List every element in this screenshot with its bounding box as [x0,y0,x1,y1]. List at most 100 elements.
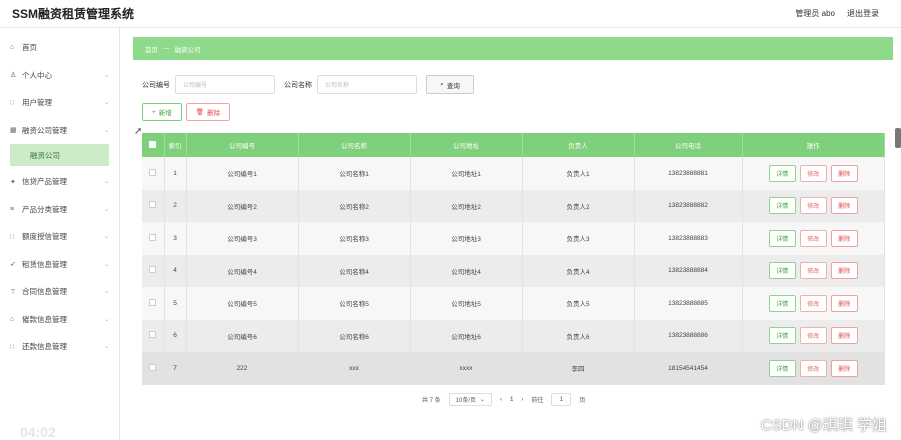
sidebar-item-3[interactable]: ▦ 融资公司管理 ⌄ [0,117,119,145]
mouse-cursor-icon: ➚ [134,126,143,137]
company-name-input[interactable]: 公司名称 [317,75,417,94]
chevron-down-icon: ⌄ [103,234,109,241]
search-bar: 公司编号 公司编号 公司名称 公司名称 ⌕ 查询 [142,75,474,94]
sidebar-item-4[interactable]: ✦ 信贷产品管理 ⌄ [0,168,119,196]
sidebar-item-5[interactable]: ≡ 产品分类管理 ⌄ [0,196,119,224]
row-checkbox[interactable] [149,168,157,176]
next-page-icon[interactable]: › [521,397,523,403]
prev-page-icon[interactable]: ‹ [500,397,502,403]
batch-delete-button[interactable]: 🗑 删除 [185,103,231,121]
row-delete-button[interactable]: 删除 [830,262,858,280]
row-delete-button[interactable]: 删除 [830,229,858,247]
company-name-label: 公司名称 [284,81,312,89]
row-select-cell[interactable] [142,189,165,222]
edit-button[interactable]: 修改 [799,164,827,182]
cell-actions: 详情 修改 删除 [742,287,885,320]
sidebar-item-label: 首页 [22,43,37,53]
edit-button[interactable]: 修改 [799,327,827,345]
edit-button[interactable]: 修改 [799,294,827,312]
select-all-checkbox[interactable] [149,140,157,148]
cell-person: 负责人6 [522,319,635,352]
video-timestamp: 04:02 [20,424,56,440]
current-user: 管理员 abo [795,9,835,18]
header-person[interactable]: 负责人 [522,133,635,157]
scrollbar-thumb[interactable] [895,128,901,148]
delete-button-label: 删除 [207,110,221,117]
select-all-cell[interactable] [142,133,165,157]
row-delete-button[interactable]: 删除 [830,197,858,215]
current-page[interactable]: 1 [510,397,513,403]
page-size-select[interactable]: 10条/页 ⌄ [448,393,493,406]
row-checkbox[interactable] [149,363,157,371]
detail-button[interactable]: 详情 [768,327,796,345]
row-checkbox[interactable] [149,233,157,241]
row-checkbox[interactable] [149,331,157,339]
detail-button[interactable]: 详情 [768,359,796,377]
goto-label: 前往 [531,398,544,404]
grid-icon: ∷ [10,343,15,351]
row-select-cell[interactable] [142,352,165,385]
add-button[interactable]: + 新增 [142,103,182,121]
cell-address: 公司地址5 [410,287,523,320]
cell-person: 负责人1 [522,157,635,190]
detail-button[interactable]: 详情 [768,262,796,280]
sidebar-item-2[interactable]: ∷ 用户管理 ⌄ [0,89,119,117]
row-select-cell[interactable] [142,157,165,190]
header-phone[interactable]: 公司电话 [634,133,743,157]
row-select-cell[interactable] [142,254,165,287]
detail-button[interactable]: 详情 [768,229,796,247]
breadcrumb: 首页 — 融资公司 [133,37,893,60]
row-checkbox[interactable] [149,298,157,306]
sidebar-item-10[interactable]: ∷ 还款信息管理 ⌄ [0,333,119,361]
trash-icon: 🗑 [195,109,205,116]
row-delete-button[interactable]: 删除 [830,359,858,377]
cell-phone: 13823888881 [634,157,743,190]
row-delete-button[interactable]: 删除 [830,164,858,182]
pagination: 共 7 条 10条/页 ⌄ ‹ 1 › 前往 1 页 [422,393,585,406]
detail-button[interactable]: 详情 [768,197,796,215]
row-delete-button[interactable]: 删除 [830,327,858,345]
company-code-input[interactable]: 公司编号 [175,75,275,94]
row-checkbox[interactable] [149,266,157,274]
sidebar-item-label: 融资公司管理 [22,125,67,135]
row-select-cell[interactable] [142,287,165,320]
cell-phone: 18154541454 [634,352,743,385]
sidebar-item-1[interactable]: ♙ 个人中心 ⌄ [0,62,119,90]
cell-address: 公司地址1 [410,157,523,190]
edit-button[interactable]: 修改 [799,229,827,247]
sidebar-item-label: 租赁信息管理 [22,259,67,269]
sidebar-item-label: 产品分类管理 [22,204,67,214]
sidebar-subitem-active[interactable]: 融资公司 [10,144,109,166]
chevron-down-icon: ⌄ [103,100,109,107]
row-checkbox[interactable] [149,201,157,209]
edit-button[interactable]: 修改 [799,262,827,280]
sidebar-item-9[interactable]: ⌂ 催款信息管理 ⌄ [0,306,119,334]
detail-button[interactable]: 详情 [768,294,796,312]
detail-button[interactable]: 详情 [768,164,796,182]
edit-button[interactable]: 修改 [799,359,827,377]
header-name[interactable]: 公司名称 [298,133,411,157]
grid-icon: ∷ [10,99,15,107]
cell-address: 公司地址2 [410,189,523,222]
header-code[interactable]: 公司编号 [186,133,299,157]
cell-index: 3 [164,222,187,255]
edit-button[interactable]: 修改 [799,197,827,215]
star-icon: ✦ [10,178,16,186]
sidebar-item-7[interactable]: ➶ 租赁信息管理 ⌄ [0,251,119,279]
logout-link[interactable]: 退出登录 [847,8,879,19]
sidebar-item-8[interactable]: ⊤ 合同信息管理 ⌄ [0,278,119,306]
cell-address: 公司地址3 [410,222,523,255]
cell-name: 公司名称6 [298,319,411,352]
sidebar-item-0[interactable]: ⌂ 首页 [0,34,119,62]
goto-page-input[interactable]: 1 [551,393,572,406]
query-button[interactable]: ⌕ 查询 [426,75,474,94]
chevron-down-icon: ⌄ [103,127,109,134]
breadcrumb-home[interactable]: 首页 [145,44,158,54]
cell-actions: 详情 修改 删除 [742,352,885,385]
row-select-cell[interactable] [142,319,165,352]
row-select-cell[interactable] [142,222,165,255]
sidebar-item-6[interactable]: ∷ 额度授信管理 ⌄ [0,223,119,251]
header-address[interactable]: 公司地址 [410,133,523,157]
add-button-label: 新增 [158,110,172,117]
row-delete-button[interactable]: 删除 [830,294,858,312]
